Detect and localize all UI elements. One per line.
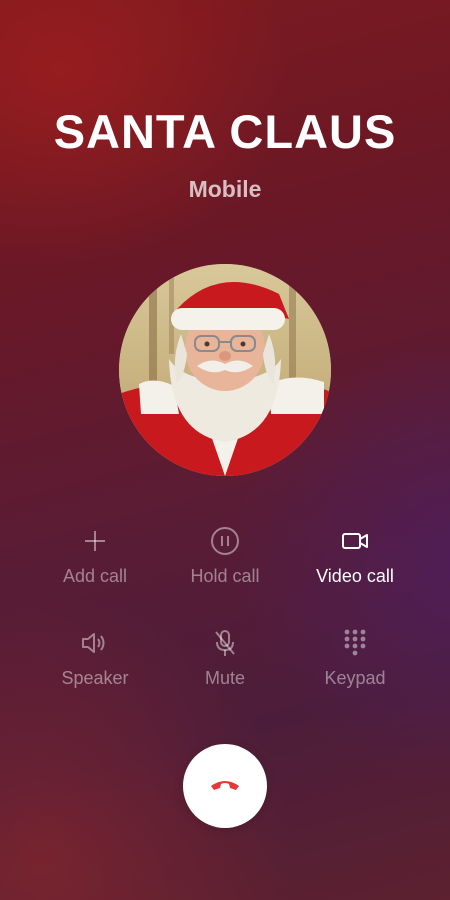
plus-icon <box>78 524 112 558</box>
video-camera-icon <box>338 524 372 558</box>
mute-label: Mute <box>204 668 246 688</box>
speaker-button[interactable]: Speaker <box>30 624 160 726</box>
keypad-icon <box>338 626 372 660</box>
speaker-label: Speaker <box>61 668 129 688</box>
end-call-icon <box>209 776 241 797</box>
video-call-label: Video call <box>316 566 394 586</box>
microphone-off-icon <box>208 626 242 660</box>
caller-name: SANTA CLAUS <box>53 105 397 158</box>
caller-avatar <box>119 264 331 476</box>
call-controls: Add call Hold call Video call Speaker Mu… <box>30 522 420 726</box>
keypad-button[interactable]: Keypad <box>290 624 420 726</box>
hold-call-button[interactable]: Hold call <box>160 522 290 624</box>
pause-icon <box>208 524 242 558</box>
speaker-icon <box>78 626 112 660</box>
hold-call-label: Hold call <box>190 566 260 586</box>
caller-phone-type: Mobile <box>188 176 262 202</box>
add-call-button[interactable]: Add call <box>30 522 160 624</box>
mute-button[interactable]: Mute <box>160 624 290 726</box>
incoming-call-screen: SANTA CLAUS Mobile Add call Hold call Vi… <box>0 0 450 900</box>
end-call-button[interactable] <box>183 744 267 828</box>
keypad-label: Keypad <box>324 668 386 688</box>
add-call-label: Add call <box>62 566 128 586</box>
video-call-button[interactable]: Video call <box>290 522 420 624</box>
